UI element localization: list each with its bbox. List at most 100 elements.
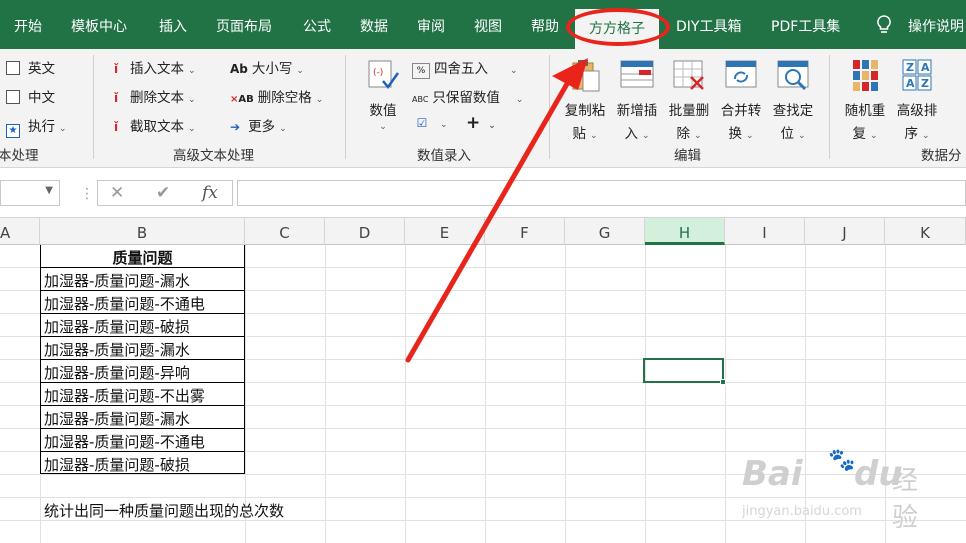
column-header-c[interactable]: C: [245, 218, 325, 245]
chevron-down-icon: ⌄: [515, 95, 524, 105]
svg-text:A: A: [906, 77, 915, 90]
tab-pdf-tools[interactable]: PDF工具集: [771, 0, 840, 49]
table-row[interactable]: 加湿器-质量问题-漏水: [44, 408, 190, 429]
table-row[interactable]: 加湿器-质量问题-异响: [44, 362, 190, 383]
active-cell-h6[interactable]: [643, 358, 724, 383]
tab-fangfang-gezi[interactable]: 方方格子: [575, 9, 659, 49]
chevron-down-icon: ⌄: [488, 121, 496, 131]
table-header-cell[interactable]: 质量问题: [40, 247, 245, 268]
tab-template-center[interactable]: 模板中心: [71, 0, 127, 49]
tab-insert[interactable]: 插入: [159, 0, 187, 49]
batch-delete-button[interactable]: 批量删 除 ⌄: [665, 57, 713, 142]
chevron-down-icon: ⌄: [279, 124, 287, 134]
column-header-g[interactable]: G: [565, 218, 645, 245]
batch-delete-icon: [671, 57, 707, 93]
table-row[interactable]: 加湿器-质量问题-漏水: [44, 339, 190, 360]
group-label-text-processing: 本处理: [0, 148, 39, 164]
random-repeat-button[interactable]: 随机重 复 ⌄: [841, 57, 889, 142]
numeric-icon: (-): [365, 57, 401, 93]
worksheet-grid[interactable]: 质量问题 加湿器-质量问题-漏水 加湿器-质量问题-不通电 加湿器-质量问题-破…: [0, 245, 966, 543]
name-box[interactable]: ▼: [0, 180, 60, 206]
checkbox-box[interactable]: [6, 90, 20, 104]
cancel-icon[interactable]: ✕: [110, 183, 124, 203]
chinese-checkbox[interactable]: 中文: [6, 86, 55, 106]
add-insert-button[interactable]: 新增插 入 ⌄: [613, 57, 661, 142]
execute-button[interactable]: ★ 执行 ⌄: [6, 115, 67, 138]
chevron-down-icon: ⌄: [641, 131, 650, 141]
group-divider: [93, 55, 94, 159]
tab-formulas[interactable]: 公式: [303, 0, 331, 49]
checkbox-box[interactable]: [6, 61, 20, 75]
find-locate-button[interactable]: 查找定 位 ⌄: [769, 57, 817, 142]
column-header-h[interactable]: H: [645, 218, 725, 245]
tab-view[interactable]: 视图: [474, 0, 502, 49]
tab-help[interactable]: 帮助: [531, 0, 559, 49]
column-header-b[interactable]: B: [40, 218, 245, 245]
chevron-down-icon: ⌄: [379, 122, 387, 132]
keep-value-button[interactable]: ABC 只保留数值 ⌄: [412, 86, 523, 106]
tab-review[interactable]: 审阅: [417, 0, 445, 49]
keep-value-icon: ABC: [412, 95, 429, 104]
group-divider: [549, 55, 550, 159]
tab-page-layout[interactable]: 页面布局: [216, 0, 272, 49]
dropdown-arrow-icon[interactable]: ▼: [45, 185, 53, 196]
formula-buttons: ✕ ✔ fx: [97, 180, 233, 206]
column-header-f[interactable]: F: [485, 218, 565, 245]
lightbulb-icon[interactable]: [874, 0, 894, 49]
chevron-down-icon: ⌄: [745, 131, 754, 141]
fill-button[interactable]: ☑ ⌄: [412, 115, 448, 131]
copy-paste-button[interactable]: 复制粘 贴 ⌄: [561, 57, 609, 142]
table-row[interactable]: 加湿器-质量问题-不通电: [44, 293, 205, 314]
function-icon[interactable]: fx: [202, 183, 218, 203]
english-checkbox[interactable]: 英文: [6, 57, 55, 77]
note-cell[interactable]: 统计出同一种质量问题出现的总次数: [44, 500, 284, 521]
chevron-down-icon: ⌄: [188, 66, 196, 76]
insert-text-button[interactable]: ǐ 插入文本 ⌄: [106, 57, 196, 77]
delete-text-button[interactable]: ǐ 删除文本 ⌄: [106, 86, 196, 106]
extract-text-button[interactable]: ǐ 截取文本 ⌄: [106, 115, 196, 135]
case-button[interactable]: Ab 大小写 ⌄: [230, 57, 304, 77]
merge-convert-icon: [723, 57, 759, 93]
group-label-value-entry: 数值录入: [417, 148, 471, 164]
merge-convert-button[interactable]: 合并转 换 ⌄: [717, 57, 765, 142]
table-row[interactable]: 加湿器-质量问题-漏水: [44, 270, 190, 291]
numeric-button[interactable]: (-) 数值 ⌄: [364, 57, 402, 132]
fill-handle[interactable]: [720, 379, 726, 385]
tab-diy-toolbox[interactable]: DIY工具箱: [676, 0, 741, 49]
column-header-a[interactable]: A: [0, 218, 40, 245]
column-header-k[interactable]: K: [885, 218, 966, 245]
table-row[interactable]: 加湿器-质量问题-破损: [44, 316, 190, 337]
column-header-j[interactable]: J: [805, 218, 885, 245]
chevron-down-icon: ⌄: [188, 124, 196, 134]
round-button[interactable]: % 四舍五入 ⌄: [412, 57, 518, 79]
column-header-d[interactable]: D: [325, 218, 405, 245]
svg-text:A: A: [921, 61, 930, 74]
gridline: [0, 497, 966, 498]
random-icon: [847, 57, 883, 93]
advanced-sort-button[interactable]: Z A A Z 高级排 序 ⌄: [893, 57, 941, 142]
column-headers: A B C D E F G H I J K: [0, 218, 966, 245]
tab-home[interactable]: 开始: [14, 0, 42, 49]
column-header-i[interactable]: I: [725, 218, 805, 245]
formula-input[interactable]: [237, 180, 966, 206]
table-row[interactable]: 加湿器-质量问题-不通电: [44, 431, 205, 452]
svg-text:Z: Z: [906, 61, 914, 74]
tab-operation-help[interactable]: 操作说明: [908, 0, 964, 49]
more-button[interactable]: ➔ 更多 ⌄: [230, 115, 287, 135]
chevron-down-icon: ⌄: [921, 131, 930, 141]
group-label-advanced-text: 高级文本处理: [173, 148, 254, 164]
svg-text:(-): (-): [373, 68, 383, 78]
chevron-down-icon: ⌄: [589, 131, 598, 141]
table-row[interactable]: 加湿器-质量问题-不出雾: [44, 385, 205, 406]
enter-icon[interactable]: ✔: [156, 183, 170, 203]
insert-rows-icon: [619, 57, 655, 93]
more-options-icon[interactable]: ⋮: [80, 186, 94, 202]
plus-button[interactable]: + ⌄: [466, 113, 496, 133]
tab-data[interactable]: 数据: [360, 0, 388, 49]
chevron-down-icon: ⌄: [188, 95, 196, 105]
delete-space-button[interactable]: ×AB 删除空格 ⌄: [230, 86, 323, 106]
table-row[interactable]: 加湿器-质量问题-破损: [44, 454, 190, 475]
column-header-e[interactable]: E: [405, 218, 485, 245]
delete-text-icon: ǐ: [113, 91, 119, 105]
case-icon: Ab: [230, 62, 248, 76]
